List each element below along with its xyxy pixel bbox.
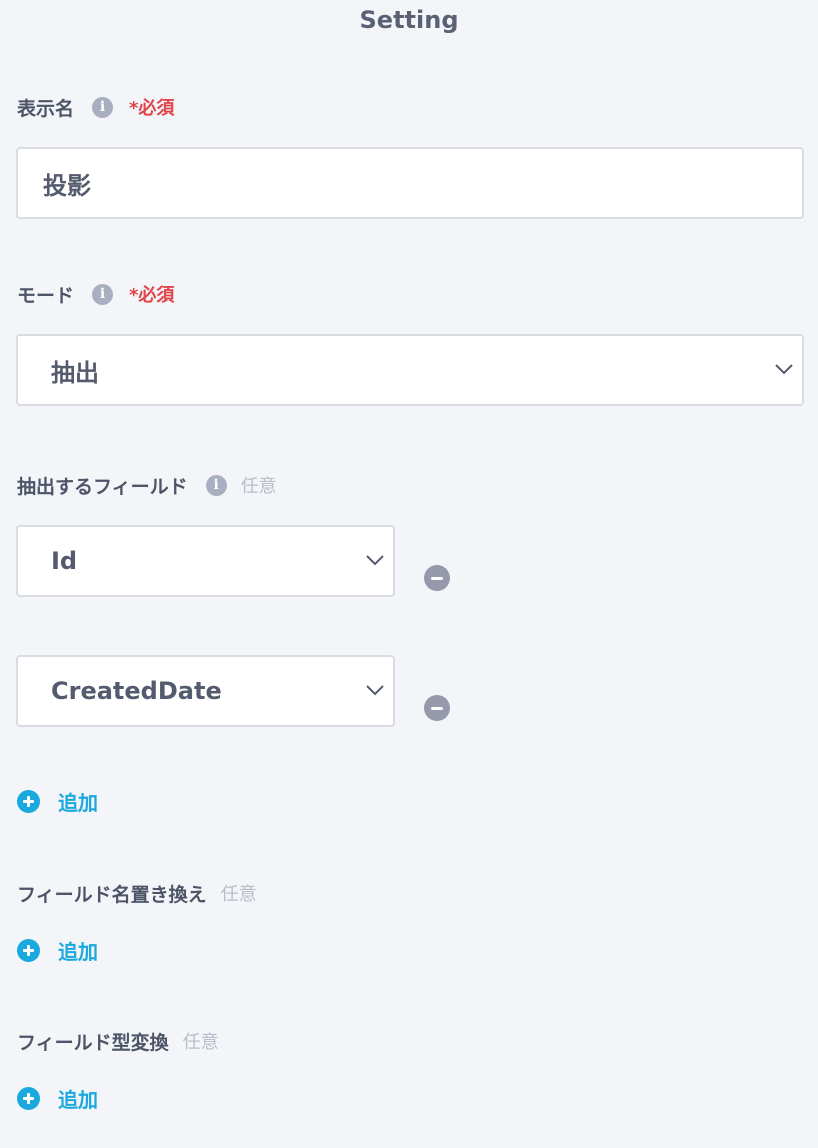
chevron-down-icon [366,555,384,566]
add-label: 追加 [58,939,98,964]
page-title: Setting [359,6,459,34]
remove-field-button[interactable] [424,565,450,591]
required-badge: *必須 [129,98,175,119]
type-convert-label-row: フィールド型変換 任意 [17,1027,219,1055]
info-icon[interactable]: i [205,474,227,496]
field-select[interactable]: CreatedDate [16,655,395,727]
chevron-down-icon [366,685,384,696]
display-name-label-row: 表示名 i *必須 [17,93,174,121]
rename-fields-label-row: フィールド名置き換え 任意 [17,879,257,907]
add-label: 追加 [58,1087,98,1112]
remove-field-button[interactable] [424,695,450,721]
add-type-convert-button[interactable]: 追加 [17,1084,98,1112]
mode-value: 抽出 [51,358,99,387]
required-badge: *必須 [129,285,175,306]
type-convert-label: フィールド型変換 [17,1031,169,1054]
field-select[interactable]: Id [16,525,395,597]
mode-label: モード [17,284,75,307]
mode-label-row: モード i *必須 [17,280,174,308]
display-name-label: 表示名 [17,97,75,120]
optional-badge: 任意 [182,1032,219,1053]
info-icon[interactable]: i [92,96,114,118]
add-label: 追加 [58,790,98,815]
mode-select[interactable]: 抽出 [16,334,804,406]
display-name-input[interactable]: 投影 [16,147,804,219]
rename-fields-label: フィールド名置き換え [17,883,207,906]
add-extract-field-button[interactable]: 追加 [17,787,98,815]
chevron-down-icon [775,364,793,375]
display-name-value: 投影 [43,171,91,200]
plus-circle-icon [17,789,40,813]
plus-circle-icon [17,938,40,962]
info-icon[interactable]: i [92,283,114,305]
plus-circle-icon [17,1086,40,1110]
extract-fields-label-row: 抽出するフィールド i 任意 [17,471,277,499]
optional-badge: 任意 [220,884,257,905]
extract-fields-label: 抽出するフィールド [17,475,188,498]
field-select-value: CreatedDate [51,677,222,705]
field-select-value: Id [51,547,78,575]
optional-badge: 任意 [240,476,277,497]
add-rename-field-button[interactable]: 追加 [17,936,98,964]
